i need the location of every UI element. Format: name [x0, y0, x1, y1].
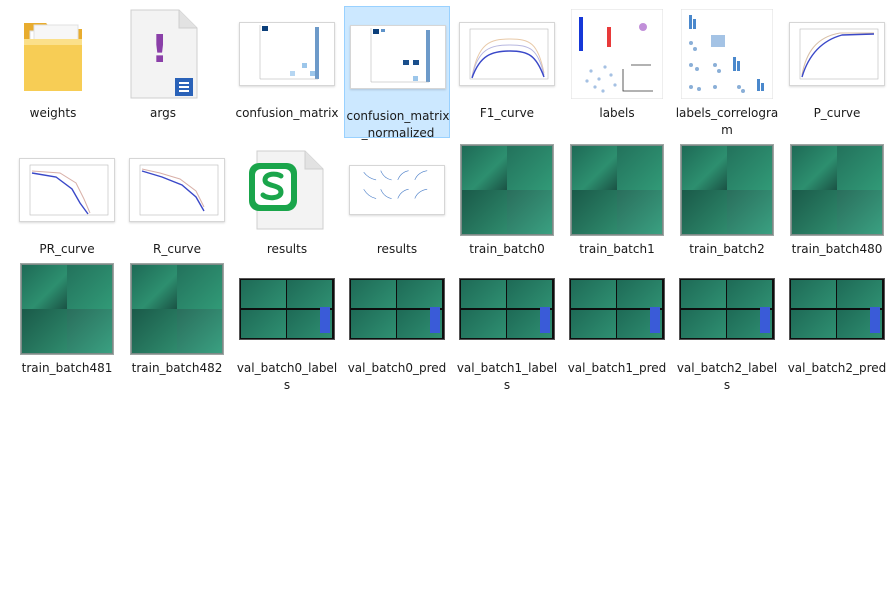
file-item-val-batch2-labels[interactable]: val_batch2_labels — [674, 259, 780, 392]
file-item-confusion-matrix[interactable]: confusion_matrix — [234, 4, 340, 136]
svg-text:!: ! — [151, 27, 168, 71]
image-thumbnail — [237, 263, 337, 355]
file-name: val_batch2_pred — [787, 361, 887, 375]
file-item-val-batch1-labels[interactable]: val_batch1_labels — [454, 259, 560, 392]
image-thumbnail — [457, 8, 557, 100]
file-name: train_batch481 — [21, 361, 113, 375]
file-name: PR_curve — [39, 242, 95, 256]
file-item-results-png[interactable]: results — [344, 140, 450, 272]
text-file-icon: ! — [113, 8, 213, 100]
file-name: val_batch1_pred — [567, 361, 667, 375]
image-thumbnail — [17, 263, 117, 355]
image-thumbnail — [17, 144, 117, 236]
file-name: train_batch2 — [689, 242, 765, 256]
file-name: confusion_matrix_normalized — [346, 109, 450, 140]
file-name: train_batch480 — [791, 242, 883, 256]
file-name: val_batch0_labels — [236, 361, 338, 392]
image-thumbnail — [127, 263, 227, 355]
file-item-val-batch2-pred[interactable]: val_batch2_pred — [784, 259, 890, 391]
file-item-train-batch1[interactable]: train_batch1 — [564, 140, 670, 272]
image-thumbnail — [567, 8, 667, 100]
file-item-val-batch0-labels[interactable]: val_batch0_labels — [234, 259, 340, 392]
file-name: val_batch2_labels — [676, 361, 778, 392]
file-name: val_batch0_pred — [347, 361, 447, 375]
file-item-r-curve[interactable]: R_curve — [124, 140, 230, 272]
file-item-val-batch1-pred[interactable]: val_batch1_pred — [564, 259, 670, 391]
spreadsheet-file-icon — [237, 144, 337, 236]
image-thumbnail — [567, 263, 667, 355]
file-name: confusion_matrix — [235, 106, 339, 120]
file-item-results-csv[interactable]: results — [234, 140, 340, 272]
file-name: results — [266, 242, 308, 256]
file-name: args — [150, 106, 176, 120]
file-item-train-batch481[interactable]: train_batch481 — [14, 259, 120, 391]
file-item-weights[interactable]: weights — [0, 4, 106, 136]
image-thumbnail — [347, 144, 447, 236]
file-name: F1_curve — [479, 106, 535, 120]
file-name: train_batch1 — [579, 242, 655, 256]
image-thumbnail — [787, 8, 887, 100]
file-name: val_batch1_labels — [456, 361, 558, 392]
image-thumbnail — [677, 8, 777, 100]
file-item-f1-curve[interactable]: F1_curve — [454, 4, 560, 136]
file-name: train_batch0 — [469, 242, 545, 256]
image-thumbnail — [677, 263, 777, 355]
file-item-confusion-matrix-normalized[interactable]: confusion_matrix_normalized — [344, 6, 450, 140]
file-item-args[interactable]: ! args — [110, 4, 216, 136]
file-item-labels-correlogram[interactable]: labels_correlogram — [674, 4, 780, 137]
file-item-train-batch0[interactable]: train_batch0 — [454, 140, 560, 272]
file-item-train-batch482[interactable]: train_batch482 — [124, 259, 230, 391]
image-thumbnail — [567, 144, 667, 236]
file-item-train-batch480[interactable]: train_batch480 — [784, 140, 890, 272]
file-name: weights — [29, 106, 77, 120]
image-thumbnail — [237, 8, 337, 100]
folder-icon — [3, 8, 103, 100]
image-thumbnail — [457, 144, 557, 236]
image-thumbnail — [348, 11, 448, 103]
file-name: train_batch482 — [131, 361, 223, 375]
image-thumbnail — [457, 263, 557, 355]
image-thumbnail — [787, 263, 887, 355]
file-item-p-curve[interactable]: P_curve — [784, 4, 890, 136]
file-item-pr-curve[interactable]: PR_curve — [14, 140, 120, 272]
file-item-train-batch2[interactable]: train_batch2 — [674, 140, 780, 272]
file-name: labels — [599, 106, 635, 120]
file-name: results — [376, 242, 418, 256]
image-thumbnail — [677, 144, 777, 236]
image-thumbnail — [347, 263, 447, 355]
image-thumbnail — [787, 144, 887, 236]
file-name: labels_correlogram — [675, 106, 779, 137]
file-item-labels[interactable]: labels — [564, 4, 670, 136]
image-thumbnail — [127, 144, 227, 236]
file-grid: weights ! args confusion_matrix confusio… — [0, 0, 895, 611]
file-item-val-batch0-pred[interactable]: val_batch0_pred — [344, 259, 450, 391]
file-name: P_curve — [813, 106, 861, 120]
file-name: R_curve — [153, 242, 201, 256]
